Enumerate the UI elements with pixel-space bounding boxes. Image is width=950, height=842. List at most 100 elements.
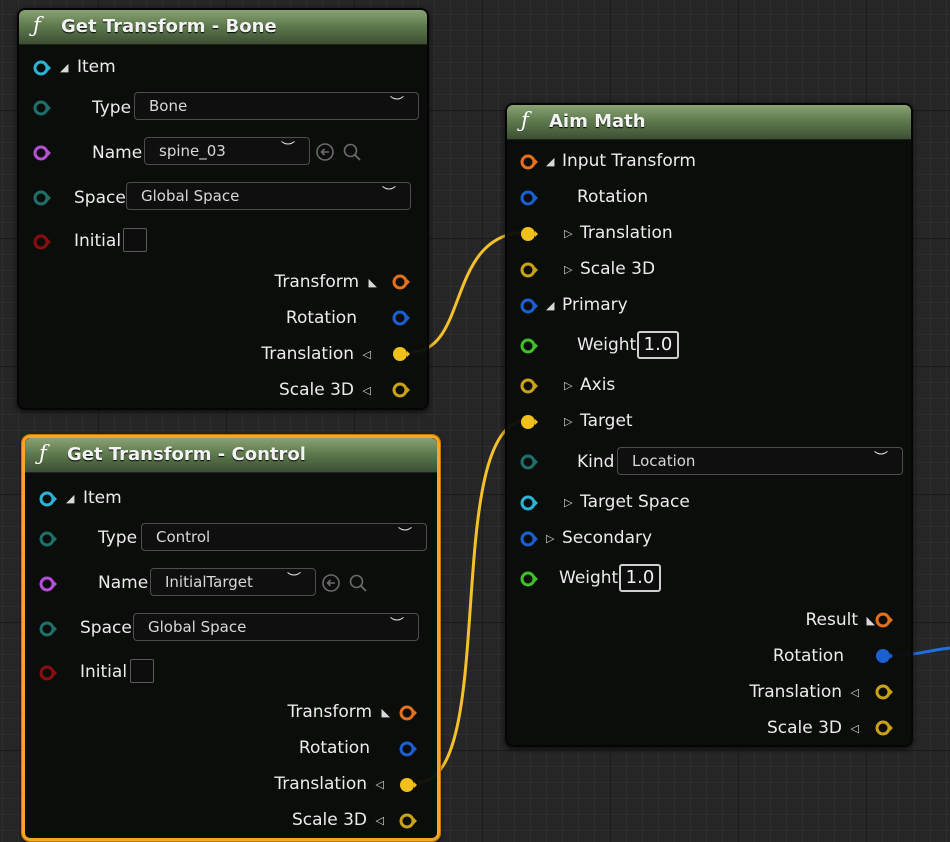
- pin-out-scale[interactable]: [392, 381, 410, 399]
- out-transform-label: Transform: [287, 702, 372, 722]
- expand-triangle-icon[interactable]: ◁: [851, 723, 859, 735]
- kind-label: Kind: [577, 452, 615, 472]
- function-icon: ƒ: [39, 441, 47, 465]
- node-get-transform-control[interactable]: ƒ Get Transform - Control ◢ Item Type Co…: [22, 435, 440, 841]
- expand-triangle-icon[interactable]: ▷: [564, 264, 572, 276]
- expand-triangle-icon[interactable]: ◣: [382, 707, 390, 719]
- chevron-down-icon: ︶: [874, 451, 888, 467]
- expand-triangle-icon[interactable]: ◁: [376, 779, 384, 791]
- weight-label: Weight: [577, 335, 637, 355]
- pin-out-translation[interactable]: [399, 776, 417, 794]
- primary-label: Primary: [562, 295, 628, 315]
- pin-type[interactable]: [39, 530, 57, 548]
- pin-space[interactable]: [33, 189, 51, 207]
- name-dropdown[interactable]: spine_03 ︶: [144, 137, 310, 165]
- pin-target[interactable]: [520, 413, 538, 431]
- pin-name[interactable]: [39, 575, 57, 593]
- node-header[interactable]: ƒ Get Transform - Control: [25, 438, 437, 473]
- weight-2-label: Weight: [559, 568, 619, 588]
- pin-input-transform[interactable]: [520, 153, 538, 171]
- space-dropdown[interactable]: Global Space ︶: [126, 182, 411, 210]
- out-translation-label: Translation: [274, 774, 367, 794]
- node-header[interactable]: ƒ Get Transform - Bone: [19, 10, 427, 45]
- type-dropdown[interactable]: Control ︶: [141, 523, 427, 551]
- node-aim-math[interactable]: ƒ Aim Math ◢ Input Transform Rotation ▷ …: [505, 103, 913, 747]
- pin-target-space[interactable]: [520, 494, 538, 512]
- expand-triangle-icon[interactable]: ◁: [363, 385, 371, 397]
- expand-triangle-icon[interactable]: ▷: [546, 533, 554, 545]
- pin-rotation[interactable]: [520, 189, 538, 207]
- pin-out-rotation[interactable]: [875, 647, 893, 665]
- target-space-label: Target Space: [580, 492, 690, 512]
- expand-triangle-icon[interactable]: ◢: [66, 493, 74, 505]
- pin-weight-2[interactable]: [520, 570, 538, 588]
- node-header[interactable]: ƒ Aim Math: [507, 105, 911, 140]
- expand-triangle-icon[interactable]: ◢: [546, 156, 554, 168]
- pin-out-transform[interactable]: [392, 273, 410, 291]
- pin-initial[interactable]: [39, 664, 57, 682]
- kind-value: Location: [632, 452, 696, 470]
- pin-weight[interactable]: [520, 337, 538, 355]
- pin-out-rotation[interactable]: [392, 309, 410, 327]
- search-icon[interactable]: [348, 573, 368, 593]
- arrow-left-circle-icon[interactable]: [321, 573, 341, 593]
- name-label: Name: [92, 143, 143, 163]
- initial-checkbox[interactable]: [130, 659, 154, 683]
- expand-triangle-icon[interactable]: ◁: [376, 815, 384, 827]
- pin-type[interactable]: [33, 99, 51, 117]
- pin-name[interactable]: [33, 144, 51, 162]
- pin-out-scale[interactable]: [399, 812, 417, 830]
- node-title: Get Transform - Control: [67, 444, 306, 465]
- pin-initial[interactable]: [33, 233, 51, 251]
- pin-out-translation[interactable]: [392, 345, 410, 363]
- expand-triangle-icon[interactable]: ▷: [564, 497, 572, 509]
- function-icon: ƒ: [521, 108, 529, 132]
- out-scale-label: Scale 3D: [291, 810, 367, 830]
- initial-checkbox[interactable]: [123, 228, 147, 252]
- pin-item[interactable]: [39, 490, 57, 508]
- pin-out-rotation[interactable]: [399, 740, 417, 758]
- translation-label: Translation: [580, 223, 673, 243]
- initial-label: Initial: [74, 231, 122, 251]
- name-label: Name: [98, 573, 149, 593]
- expand-triangle-icon[interactable]: ◢: [546, 300, 554, 312]
- space-dropdown[interactable]: Global Space ︶: [133, 613, 419, 641]
- out-transform-label: Transform: [274, 272, 359, 292]
- type-label: Type: [98, 528, 138, 548]
- function-icon: ƒ: [33, 13, 41, 37]
- pin-out-translation[interactable]: [875, 683, 893, 701]
- pin-primary[interactable]: [520, 297, 538, 315]
- pin-secondary[interactable]: [520, 530, 538, 548]
- name-dropdown[interactable]: InitialTarget ︶: [150, 568, 316, 596]
- pin-scale[interactable]: [520, 261, 538, 279]
- out-rotation-label: Rotation: [298, 738, 370, 758]
- axis-label: Axis: [580, 375, 616, 395]
- pin-item[interactable]: [33, 59, 51, 77]
- expand-triangle-icon[interactable]: ◣: [867, 615, 875, 627]
- expand-triangle-icon[interactable]: ▷: [564, 416, 572, 428]
- expand-triangle-icon[interactable]: ◁: [851, 687, 859, 699]
- type-label: Type: [92, 98, 132, 118]
- pin-space[interactable]: [39, 620, 57, 638]
- arrow-left-circle-icon[interactable]: [315, 142, 335, 162]
- chevron-down-icon: ︶: [281, 141, 295, 157]
- weight-2-input[interactable]: 1.0: [619, 564, 661, 592]
- node-get-transform-bone[interactable]: ƒ Get Transform - Bone ◢ Item Type Bone …: [17, 8, 429, 410]
- type-dropdown[interactable]: Bone ︶: [134, 92, 419, 120]
- weight-input[interactable]: 1.0: [637, 331, 679, 359]
- expand-triangle-icon[interactable]: ▷: [564, 228, 572, 240]
- expand-triangle-icon[interactable]: ▷: [564, 380, 572, 392]
- out-translation-label: Translation: [749, 682, 842, 702]
- expand-triangle-icon[interactable]: ◣: [369, 277, 377, 289]
- pin-kind[interactable]: [520, 453, 538, 471]
- expand-triangle-icon[interactable]: ◢: [60, 62, 68, 74]
- search-icon[interactable]: [342, 142, 362, 162]
- pin-out-transform[interactable]: [399, 704, 417, 722]
- kind-dropdown[interactable]: Location ︶: [617, 447, 903, 475]
- pin-translation[interactable]: [520, 225, 538, 243]
- pin-axis[interactable]: [520, 377, 538, 395]
- chevron-down-icon: ︶: [390, 617, 404, 633]
- pin-out-result[interactable]: [875, 611, 893, 629]
- pin-out-scale[interactable]: [875, 719, 893, 737]
- expand-triangle-icon[interactable]: ◁: [363, 349, 371, 361]
